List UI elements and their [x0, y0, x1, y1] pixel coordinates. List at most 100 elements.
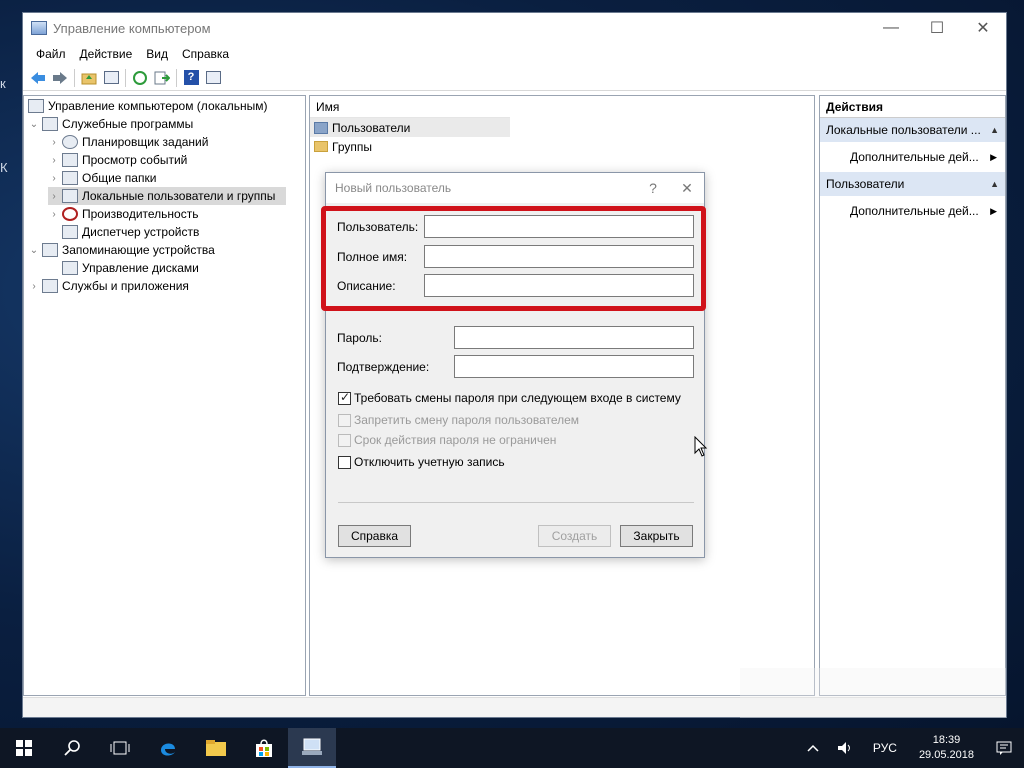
- disable-account-option[interactable]: Отключить учетную запись: [338, 455, 505, 469]
- folder-icon: [206, 740, 226, 756]
- actions-section-local-users[interactable]: Локальные пользователи ... ▲: [820, 118, 1005, 142]
- desktop-icon-fragment: К: [0, 160, 8, 175]
- show-hide-action-pane-button[interactable]: [203, 68, 223, 88]
- tree-item-label: Запоминающие устройства: [62, 243, 215, 257]
- confirm-password-input[interactable]: [454, 355, 694, 378]
- chevron-right-icon[interactable]: ›: [48, 137, 60, 148]
- checkbox-label: Запретить смену пароля пользователем: [354, 413, 580, 427]
- services-icon: [42, 279, 58, 293]
- system-tray: РУС 18:39 29.05.2018: [797, 728, 1024, 768]
- chevron-right-icon[interactable]: ›: [28, 281, 40, 292]
- tree-item-performance[interactable]: › Производительность: [48, 205, 198, 223]
- chevron-right-icon[interactable]: ›: [48, 173, 60, 184]
- shared-folder-icon: [62, 171, 78, 185]
- show-hide-console-tree-button[interactable]: [101, 68, 121, 88]
- tree-item-label: Локальные пользователи и группы: [82, 189, 276, 203]
- up-level-button[interactable]: [79, 68, 99, 88]
- minimize-button[interactable]: —: [868, 13, 914, 43]
- column-header-name[interactable]: Имя: [310, 96, 510, 118]
- actions-pane: Действия Локальные пользователи ... ▲ До…: [819, 95, 1006, 696]
- chevron-down-icon[interactable]: ⌄: [28, 119, 40, 130]
- forward-button[interactable]: [50, 68, 70, 88]
- password-label: Пароль:: [337, 331, 382, 345]
- show-hidden-icons-button[interactable]: [797, 728, 829, 768]
- chevron-up-icon: [807, 744, 819, 752]
- export-list-button[interactable]: [152, 68, 172, 88]
- tree-item-local-users-groups[interactable]: › Локальные пользователи и группы: [48, 187, 286, 205]
- menu-view[interactable]: Вид: [139, 47, 175, 61]
- volume-button[interactable]: [829, 728, 861, 768]
- password-input[interactable]: [454, 326, 694, 349]
- collapse-up-icon[interactable]: ▲: [990, 172, 999, 196]
- title-bar: Управление компьютером — ☐ ✕: [23, 13, 1006, 43]
- maximize-button[interactable]: ☐: [914, 13, 960, 43]
- collapse-up-icon[interactable]: ▲: [990, 118, 999, 142]
- users-icon: [62, 189, 78, 203]
- chevron-right-icon[interactable]: ›: [48, 191, 60, 202]
- more-actions-item[interactable]: Дополнительные дей... ▶: [820, 196, 1005, 226]
- action-item-label: Дополнительные дей...: [850, 150, 979, 164]
- list-item-groups[interactable]: Группы: [310, 137, 510, 156]
- chevron-right-icon[interactable]: ›: [48, 209, 60, 220]
- more-actions-item[interactable]: Дополнительные дей... ▶: [820, 142, 1005, 172]
- start-button[interactable]: [0, 728, 48, 768]
- back-button[interactable]: [28, 68, 48, 88]
- activation-watermark: [740, 668, 1006, 718]
- tree-item-shared-folders[interactable]: › Общие папки: [48, 169, 156, 187]
- tree-item-device-manager[interactable]: Диспетчер устройств: [60, 223, 199, 241]
- action-pane-icon: [205, 71, 221, 84]
- toolbar-separator: [125, 68, 126, 87]
- toolbar: ?: [23, 65, 1006, 91]
- chevron-right-icon[interactable]: ›: [48, 155, 60, 166]
- dialog-close-button[interactable]: ✕: [670, 180, 704, 197]
- clock-icon: [62, 135, 78, 149]
- input-language-indicator[interactable]: РУС: [861, 741, 909, 755]
- file-explorer-button[interactable]: [192, 728, 240, 768]
- password-never-expires-option: Срок действия пароля не ограничен: [338, 433, 556, 447]
- notification-icon: [996, 741, 1012, 755]
- tree-item-label: Общие папки: [82, 171, 157, 185]
- help-button[interactable]: Справка: [338, 525, 411, 547]
- require-password-change-option[interactable]: Требовать смены пароля при следующем вхо…: [338, 390, 681, 405]
- menu-file[interactable]: Файл: [29, 47, 73, 61]
- computer-management-icon: [31, 21, 47, 35]
- store-button[interactable]: [240, 728, 288, 768]
- dialog-separator: [338, 502, 694, 503]
- menu-help[interactable]: Справка: [175, 47, 236, 61]
- taskbar: РУС 18:39 29.05.2018: [0, 728, 1024, 768]
- dialog-help-button[interactable]: ?: [636, 180, 670, 196]
- disable-account-checkbox[interactable]: [338, 455, 351, 469]
- chevron-down-icon[interactable]: ⌄: [28, 245, 40, 256]
- search-button[interactable]: [48, 728, 96, 768]
- tree-item-disk-management[interactable]: Управление дисками: [60, 259, 199, 277]
- confirm-password-label: Подтверждение:: [337, 360, 430, 374]
- clock[interactable]: 18:39 29.05.2018: [909, 733, 984, 763]
- close-dialog-button[interactable]: Закрыть: [620, 525, 693, 547]
- menu-action[interactable]: Действие: [73, 47, 140, 61]
- edge-browser-button[interactable]: [144, 728, 192, 768]
- help-toolbar-button[interactable]: ?: [181, 68, 201, 88]
- tree-item-label: Планировщик заданий: [82, 135, 209, 149]
- action-center-button[interactable]: [984, 728, 1024, 768]
- menu-bar: Файл Действие Вид Справка: [23, 43, 1006, 65]
- tree-item-system-tools[interactable]: ⌄ Служебные программы: [28, 115, 193, 133]
- tree-item-event-viewer[interactable]: › Просмотр событий: [48, 151, 187, 169]
- checkbox-label: Требовать смены пароля при следующем вхо…: [354, 391, 681, 405]
- folder-icon: [314, 141, 328, 152]
- password-never-expires-checkbox: [338, 433, 351, 447]
- forbid-password-change-option: Запретить смену пароля пользователем: [338, 413, 579, 427]
- tree-item-services-apps[interactable]: › Службы и приложения: [28, 277, 189, 295]
- tree-item-label: Служебные программы: [62, 117, 194, 131]
- tree-item-task-scheduler[interactable]: › Планировщик заданий: [48, 133, 208, 151]
- require-password-change-checkbox[interactable]: [338, 390, 351, 405]
- close-button[interactable]: ✕: [960, 13, 1006, 43]
- refresh-button[interactable]: [130, 68, 150, 88]
- toolbar-separator: [176, 68, 177, 87]
- actions-section-users[interactable]: Пользователи ▲: [820, 172, 1005, 196]
- task-view-button[interactable]: [96, 728, 144, 768]
- tree-root[interactable]: Управление компьютером (локальным): [26, 97, 268, 115]
- clock-time: 18:39: [932, 734, 961, 746]
- tree-item-storage[interactable]: ⌄ Запоминающие устройства: [28, 241, 215, 259]
- list-item-users[interactable]: Пользователи: [310, 118, 510, 137]
- computer-management-taskbar-button[interactable]: [288, 728, 336, 768]
